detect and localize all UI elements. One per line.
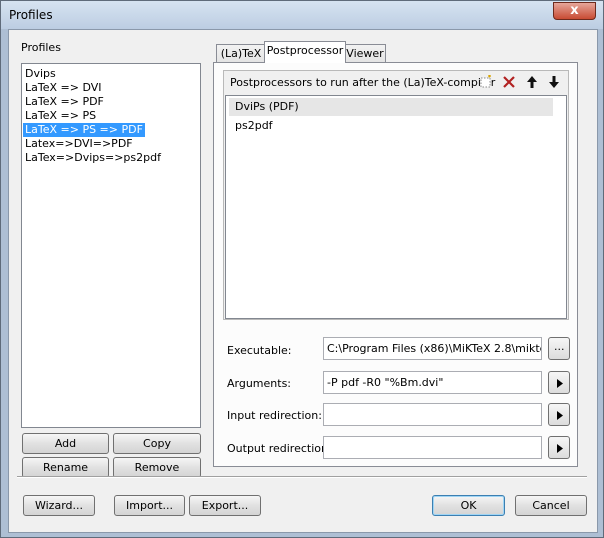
profile-item[interactable]: LaTex=>Dvips=>ps2pdf [25,151,161,165]
profiles-dialog: Profiles x Profiles Dvips LaTeX => DVI L… [0,0,604,538]
postprocessor-list[interactable]: DviPs (PDF) ps2pdf [225,95,567,319]
profile-item[interactable]: Dvips [25,67,56,81]
ok-button[interactable]: OK [432,495,505,516]
output-redirection-button[interactable] [548,436,570,459]
add-button[interactable]: Add [22,433,109,454]
output-redirection-label: Output redirection: [227,442,332,455]
profile-item[interactable]: Latex=>DVI=>PDF [25,137,133,151]
postprocessor-item-selected[interactable]: DviPs (PDF) [235,100,299,114]
input-redirection-label: Input redirection: [227,409,322,422]
title-bar[interactable]: Profiles x [1,1,603,29]
profiles-list[interactable]: Dvips LaTeX => DVI LaTeX => PDF LaTeX =>… [21,63,201,428]
new-icon[interactable] [479,74,493,89]
import-button[interactable]: Import... [114,495,185,516]
window-title: Profiles [9,8,53,22]
arguments-label: Arguments: [227,377,292,390]
tab-latex[interactable]: (La)TeX [216,44,266,63]
copy-button[interactable]: Copy [113,433,201,454]
export-button[interactable]: Export... [189,495,261,516]
executable-field[interactable]: C:\Program Files (x86)\MiKTeX 2.8\miktex… [323,337,542,360]
footer-separator-highlight [17,477,587,478]
arrow-right-icon [556,410,564,423]
arrow-right-icon [556,378,564,391]
browse-button[interactable]: ... [548,337,570,360]
input-redirection-button[interactable] [548,403,570,426]
profile-item[interactable]: LaTeX => PS [25,109,96,123]
postprocessor-header: Postprocessors to run after the (La)TeX-… [230,76,496,89]
arrow-right-icon [556,443,564,456]
postprocessor-group: Postprocessors to run after the (La)TeX-… [223,70,569,320]
delete-icon[interactable] [502,75,516,89]
close-button[interactable]: x [553,2,596,20]
browse-label: ... [554,340,565,353]
move-up-icon[interactable] [525,75,539,89]
wizard-button[interactable]: Wizard... [23,495,95,516]
postprocessor-item[interactable]: ps2pdf [235,119,273,133]
close-icon: x [570,3,579,18]
postprocessor-tab-page: Postprocessors to run after the (La)TeX-… [213,62,578,467]
rename-button[interactable]: Rename [22,457,109,478]
executable-label: Executable: [227,344,292,357]
dialog-body: Profiles Dvips LaTeX => DVI LaTeX => PDF… [8,29,598,533]
cancel-button[interactable]: Cancel [515,495,587,516]
remove-button[interactable]: Remove [113,457,201,478]
tab-viewer[interactable]: Viewer [344,44,386,63]
move-down-icon[interactable] [547,75,561,89]
profile-item[interactable]: LaTeX => DVI [25,81,102,95]
tab-postprocessor[interactable]: Postprocessor [264,41,346,63]
profile-item-selected[interactable]: LaTeX => PS => PDF [23,123,145,137]
output-redirection-field[interactable] [323,436,542,459]
input-redirection-field[interactable] [323,403,542,426]
arguments-field[interactable]: -P pdf -R0 "%Bm.dvi" [323,371,542,394]
profiles-label: Profiles [21,41,61,54]
profile-item[interactable]: LaTeX => PDF [25,95,104,109]
arguments-placeholder-button[interactable] [548,371,570,394]
